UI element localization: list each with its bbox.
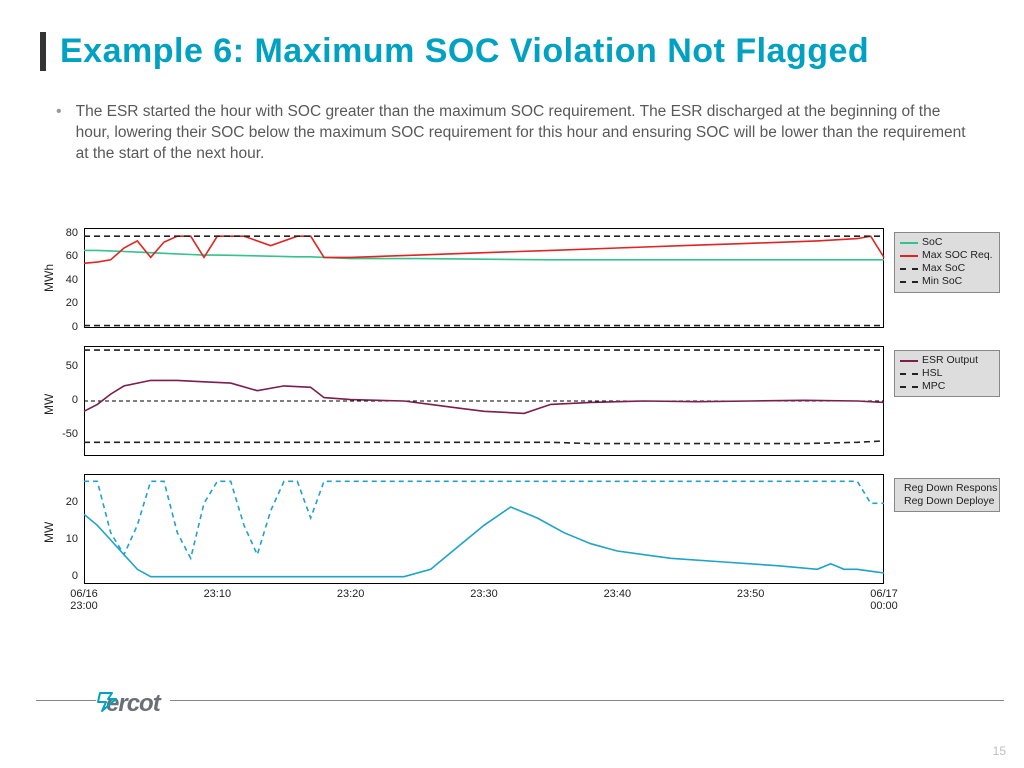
chart-panel: MW01020Reg Down ResponsReg Down Deploye0… [36, 474, 998, 624]
legend-label: Reg Down Deploye [904, 495, 994, 508]
plot-svg [84, 346, 884, 456]
legend-label: SoC [922, 236, 942, 249]
x-tick: 23:50 [737, 588, 765, 600]
footer-rule [36, 700, 1004, 701]
legend-label: MPC [922, 380, 945, 393]
bullet-dot: • [56, 102, 62, 165]
x-tick: 23:30 [470, 588, 498, 600]
y-tick: 40 [36, 274, 78, 286]
legend-label: Max SoC [922, 262, 965, 275]
y-tick: 60 [36, 250, 78, 262]
y-tick: 20 [36, 496, 78, 508]
body-text: • The ESR started the hour with SOC grea… [56, 102, 976, 165]
y-tick: 0 [36, 394, 78, 406]
legend: SoCMax SOC Req.Max SoCMin SoC [894, 232, 1000, 293]
charts-container: MWh020406080SoCMax SOC Req.Max SoCMin So… [36, 228, 998, 642]
y-tick: 80 [36, 227, 78, 239]
legend: ESR OutputHSLMPC [894, 350, 1000, 397]
series-line [84, 507, 884, 577]
x-tick: 06/16 23:00 [70, 588, 98, 612]
legend-label: Reg Down Respons [904, 482, 997, 495]
y-tick: 0 [36, 570, 78, 582]
legend-label: ESR Output [922, 354, 978, 367]
y-tick: -50 [36, 428, 78, 440]
y-tick: 20 [36, 297, 78, 309]
legend-label: Min SoC [922, 275, 962, 288]
x-tick: 23:10 [204, 588, 232, 600]
chart-panel: MW-50050ESR OutputHSLMPC [36, 346, 998, 456]
x-tick: 23:20 [337, 588, 365, 600]
x-tick: 06/17 00:00 [870, 588, 898, 612]
series-line [84, 441, 884, 444]
page-number: 15 [993, 744, 1006, 758]
series-line [84, 481, 884, 558]
y-tick: 50 [36, 360, 78, 372]
y-tick: 10 [36, 533, 78, 545]
brand-glyph-icon [96, 690, 120, 712]
slide-title: Example 6: Maximum SOC Violation Not Fla… [60, 32, 869, 71]
y-tick: 0 [36, 321, 78, 333]
chart-panel: MWh020406080SoCMax SOC Req.Max SoCMin So… [36, 228, 998, 328]
brand-logo: ercot [96, 690, 170, 718]
series-line [84, 380, 884, 413]
plot-svg [84, 474, 884, 584]
legend-label: Max SOC Req. [922, 249, 993, 262]
legend: Reg Down ResponsReg Down Deploye [894, 478, 1000, 512]
plot-svg [84, 228, 884, 328]
legend-label: HSL [922, 367, 942, 380]
title-bar: Example 6: Maximum SOC Violation Not Fla… [40, 32, 869, 71]
bullet-text: The ESR started the hour with SOC greate… [76, 102, 976, 165]
x-tick: 23:40 [604, 588, 632, 600]
